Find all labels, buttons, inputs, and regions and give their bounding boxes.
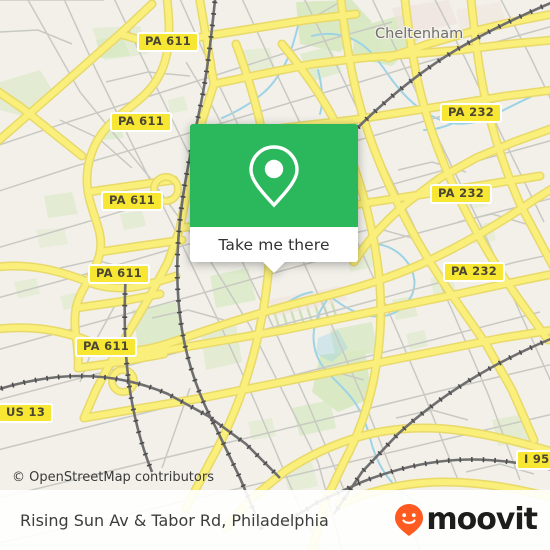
moovit-pin-smiley-icon [395, 504, 424, 536]
road-shield-pa611[interactable]: PA 611 [137, 32, 200, 52]
road-shield-pa611[interactable]: PA 611 [101, 191, 164, 211]
map-screenshot: Cheltenham PA 611 PA 611 PA 611 PA 611 P… [0, 0, 550, 550]
road-shield-us13[interactable]: US 13 [0, 403, 54, 423]
location-callout-card[interactable]: Take me there [190, 124, 358, 273]
moovit-wordmark: moovit [426, 502, 538, 537]
page-title: Rising Sun Av & Tabor Rd, Philadelphia [20, 511, 329, 530]
take-me-there-label: Take me there [218, 235, 330, 254]
bottom-info-bar: Rising Sun Av & Tabor Rd, Philadelphia m… [0, 490, 550, 550]
map-pin-icon [249, 144, 299, 207]
callout-action-panel[interactable]: Take me there [190, 227, 358, 273]
osm-attribution[interactable]: © OpenStreetMap contributors [12, 470, 214, 485]
map-canvas[interactable]: Cheltenham PA 611 PA 611 PA 611 PA 611 P… [0, 0, 550, 550]
road-shield-pa232[interactable]: PA 232 [430, 184, 493, 204]
road-shield-i95[interactable]: I 95 [516, 450, 550, 470]
road-shield-pa232[interactable]: PA 232 [440, 103, 503, 123]
road-shield-pa611[interactable]: PA 611 [110, 112, 173, 132]
road-shield-pa611[interactable]: PA 611 [75, 337, 138, 357]
road-shield-pa232[interactable]: PA 232 [443, 262, 506, 282]
callout-icon-panel [190, 124, 358, 227]
callout-tail [263, 262, 285, 273]
moovit-logo[interactable]: moovit [394, 502, 538, 537]
place-label-cheltenham: Cheltenham [375, 26, 464, 42]
road-shield-pa611[interactable]: PA 611 [88, 264, 151, 284]
